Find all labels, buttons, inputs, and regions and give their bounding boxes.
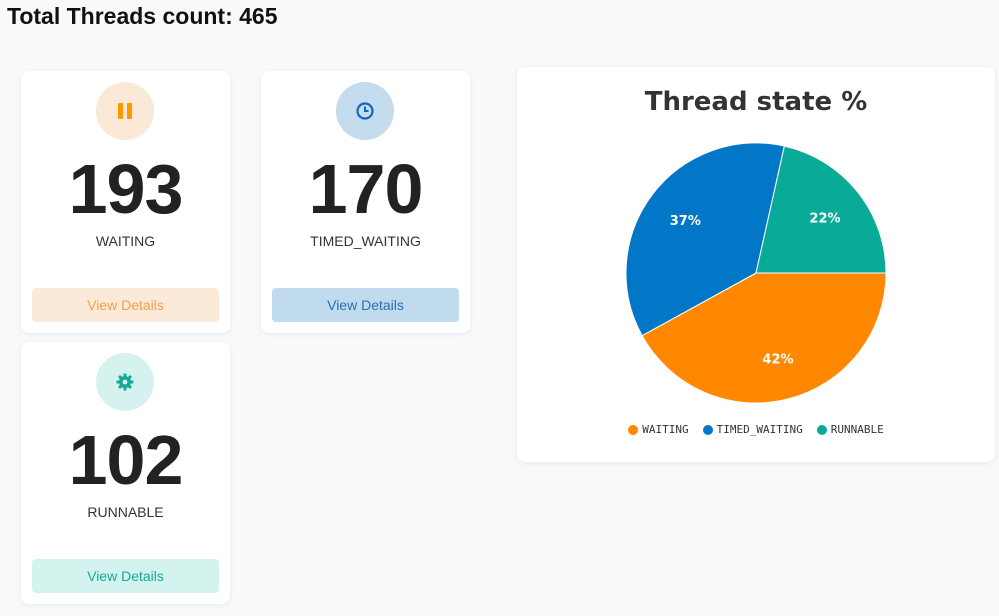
clock-icon xyxy=(336,82,394,140)
legend-dot-waiting xyxy=(628,424,639,435)
pie-label-timed-waiting: 37% xyxy=(670,214,701,229)
timed-waiting-label: TIMED_WAITING xyxy=(310,233,421,249)
runnable-count: 102 xyxy=(68,421,184,499)
pie-chart: 42% 37% 22% xyxy=(625,142,887,404)
runnable-card: 102 RUNNABLE View Details xyxy=(21,342,230,604)
waiting-view-details-button[interactable]: View Details xyxy=(32,288,219,322)
legend-item-runnable[interactable]: RUNNABLE xyxy=(816,423,884,436)
pause-icon xyxy=(96,82,154,140)
timed-waiting-count: 170 xyxy=(308,150,424,228)
timed-waiting-view-details-button[interactable]: View Details xyxy=(272,288,459,322)
legend-label-timed-waiting: TIMED_WAITING xyxy=(716,423,803,436)
gear-icon xyxy=(96,353,154,411)
runnable-label: RUNNABLE xyxy=(87,504,164,520)
thread-state-chart-card: Thread state % 42% 37% 22% WAITING TIMED_W… xyxy=(517,67,995,462)
legend-item-waiting[interactable]: WAITING xyxy=(628,423,689,436)
legend-label-waiting: WAITING xyxy=(642,423,689,436)
legend-dot-runnable xyxy=(816,424,827,435)
timed-waiting-card: 170 TIMED_WAITING View Details xyxy=(261,71,470,333)
pie-label-runnable: 22% xyxy=(809,212,840,227)
legend-item-timed-waiting[interactable]: TIMED_WAITING xyxy=(702,423,803,436)
waiting-count: 193 xyxy=(68,150,184,228)
chart-legend: WAITING TIMED_WAITING RUNNABLE xyxy=(517,423,995,436)
waiting-card: 193 WAITING View Details xyxy=(21,71,230,333)
waiting-label: WAITING xyxy=(95,233,156,249)
page-title: Total Threads count: 465 xyxy=(7,3,278,29)
pie-label-waiting: 42% xyxy=(762,353,793,368)
legend-dot-timed-waiting xyxy=(702,424,713,435)
runnable-view-details-button[interactable]: View Details xyxy=(32,559,219,593)
legend-label-runnable: RUNNABLE xyxy=(830,423,884,436)
